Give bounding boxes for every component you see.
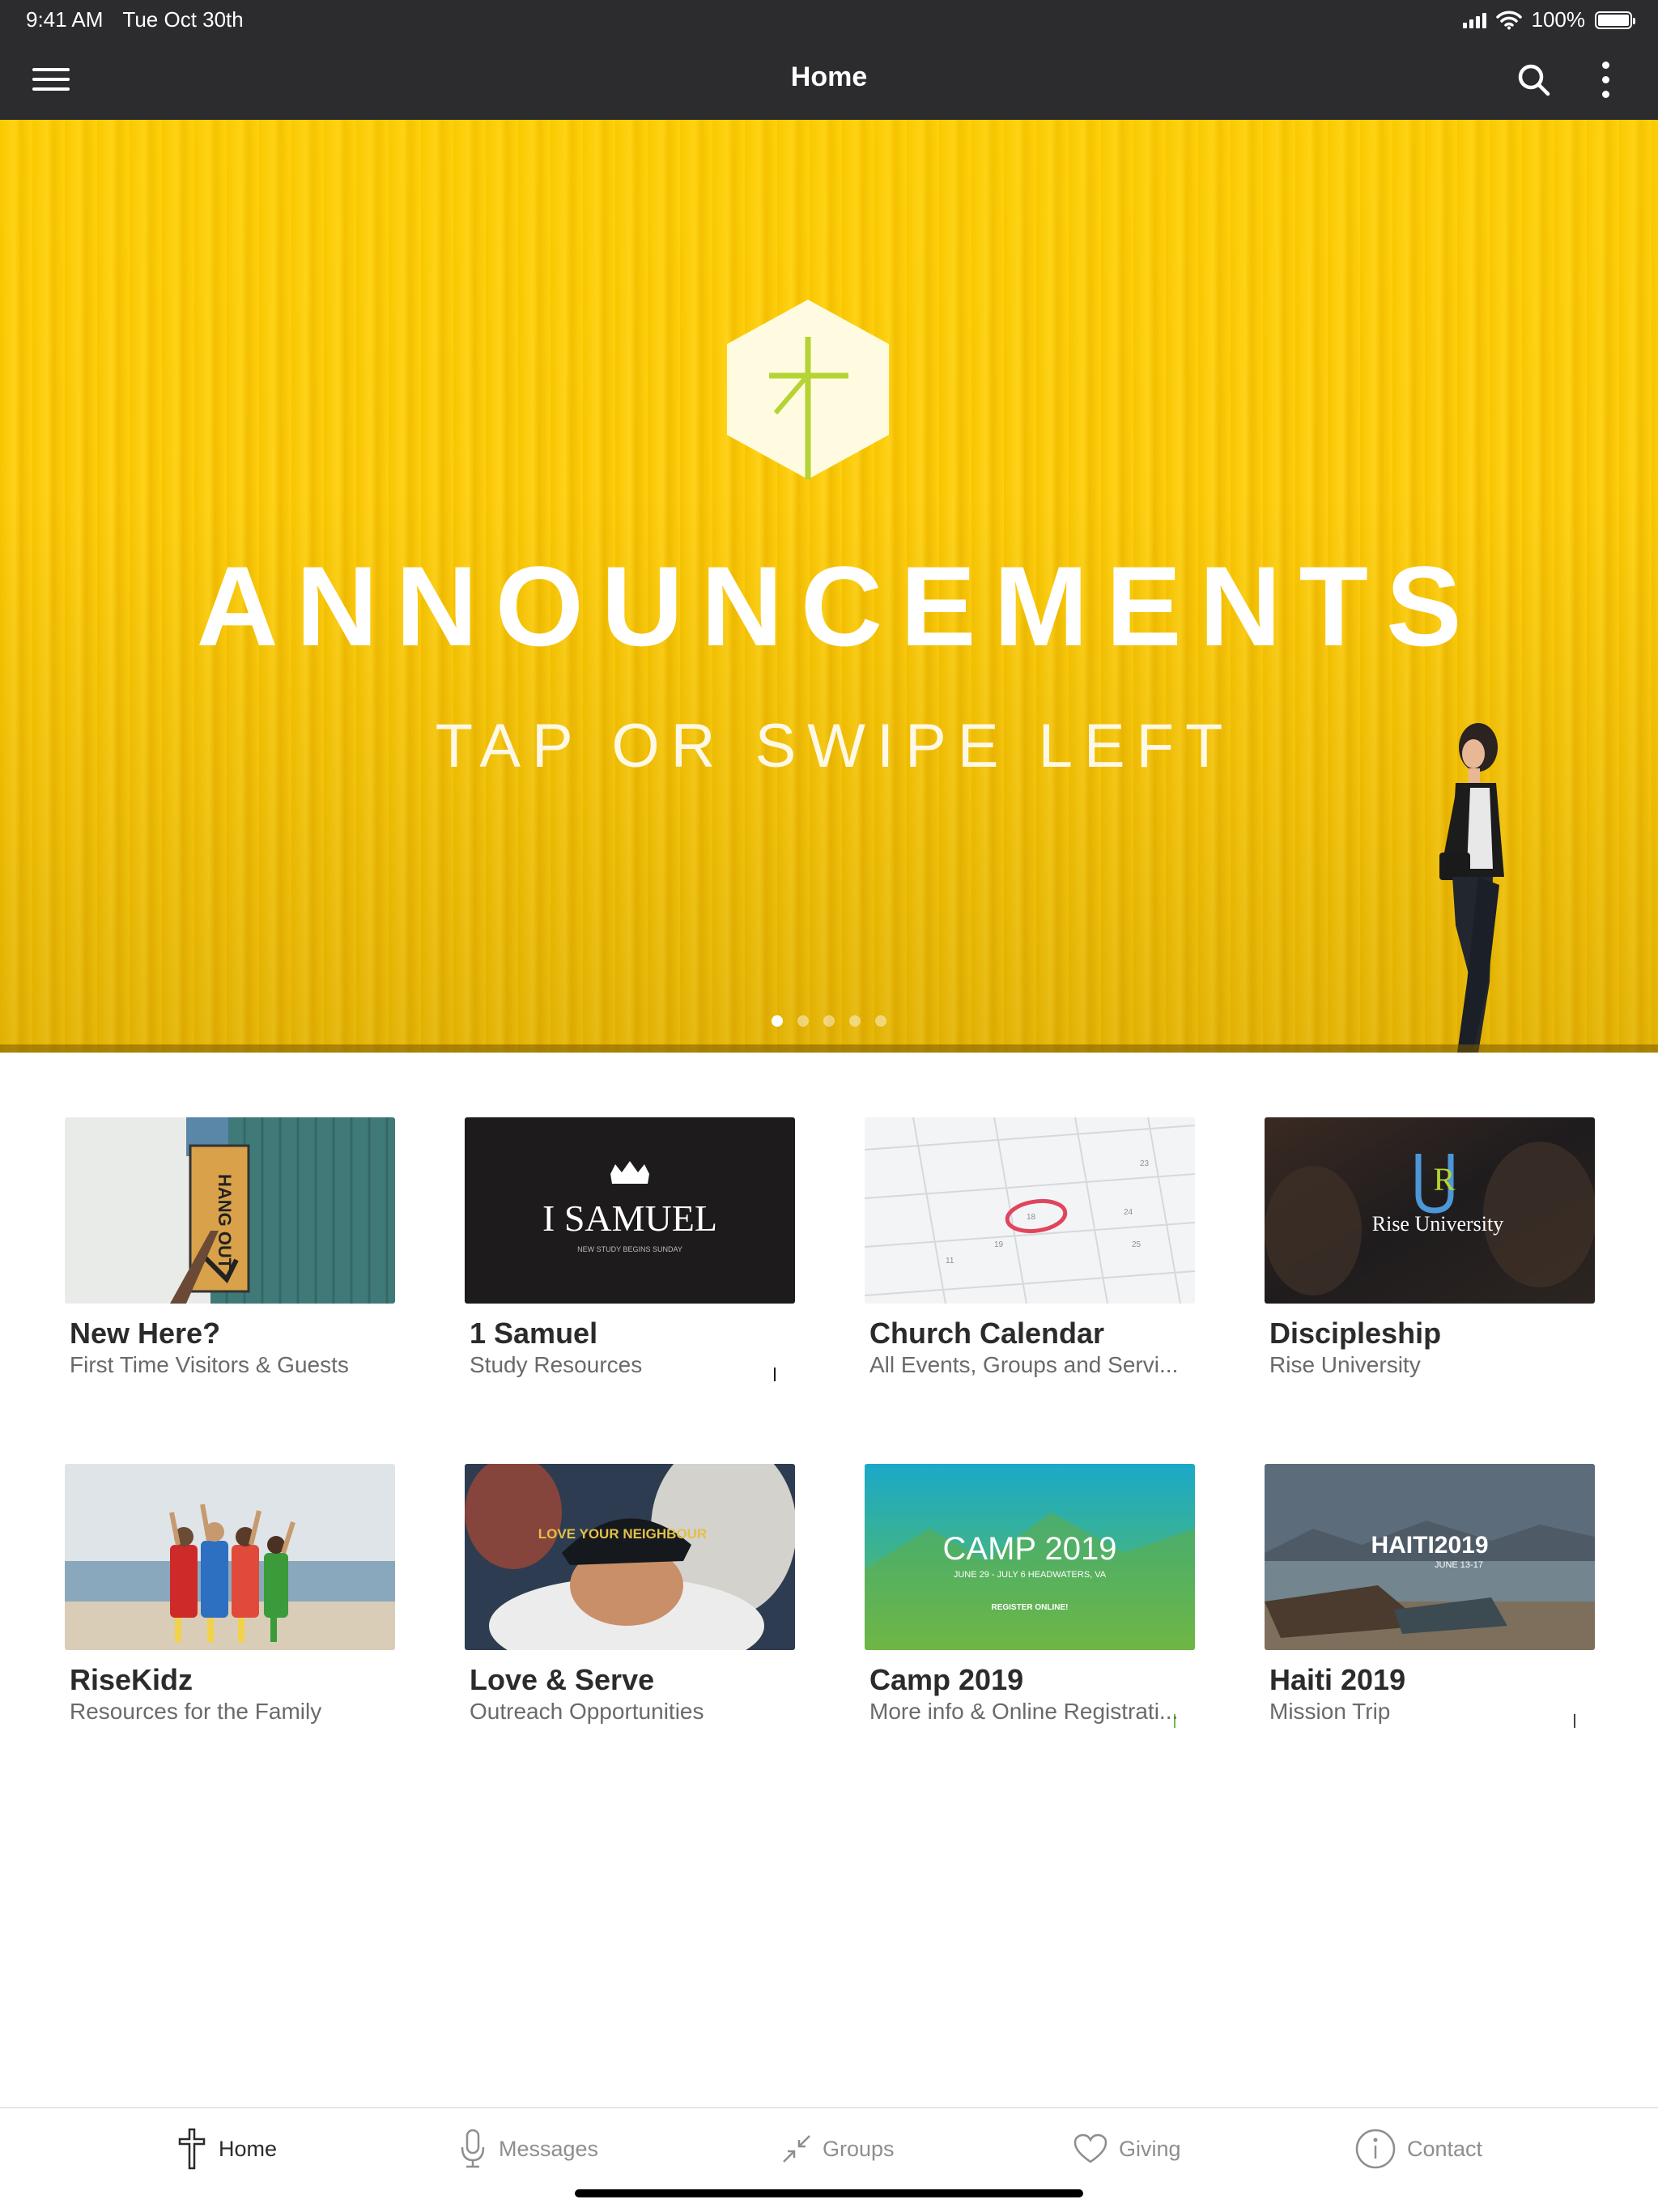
cross-hexagon-icon	[727, 300, 889, 479]
card-thumb-caption: REGISTER ONLINE!	[991, 1603, 1068, 1612]
hero-bottom-edge	[0, 1044, 1658, 1053]
arrows-inward-icon	[783, 2135, 810, 2163]
card-thumb-title: CAMP 2019	[943, 1531, 1117, 1567]
card-thumbnail: LOVE YOUR NEIGHBOUR	[465, 1464, 795, 1650]
hero-title: ANNOUNCEMENTS	[196, 542, 1480, 670]
card-title: Camp 2019	[869, 1663, 1024, 1696]
svg-text:23: 23	[1140, 1159, 1150, 1168]
card-thumbnail: I SAMUEL NEW STUDY BEGINS SUNDAY	[465, 1117, 795, 1304]
card-subtitle: First Time Visitors & Guests	[70, 1352, 349, 1377]
tab-label: Giving	[1119, 2136, 1181, 2161]
card-thumbnail: HANG OUT	[65, 1117, 395, 1304]
tab-contact[interactable]: Contact	[1355, 2126, 1482, 2172]
card-thumb-title: I SAMUEL	[542, 1197, 717, 1239]
page-dot[interactable]	[823, 1015, 835, 1027]
card-subtitle: All Events, Groups and Servi...	[869, 1352, 1179, 1377]
card-haiti-2019[interactable]: HAITI2019 JUNE 13-17 Haiti 2019 Mission …	[1265, 1464, 1595, 1739]
card-subtitle: Rise University	[1269, 1352, 1421, 1377]
card-love-serve[interactable]: LOVE YOUR NEIGHBOUR Love & Serve Outreac…	[465, 1464, 795, 1739]
page-indicator[interactable]	[0, 1015, 1658, 1027]
card-subtitle: More info & Online Registrati...	[869, 1699, 1179, 1724]
card-church-calendar[interactable]: 18 24 23 19 25 11 Church Calendar All Events,…	[865, 1117, 1195, 1393]
tab-label: Home	[219, 2136, 278, 2161]
card-subtitle: Outreach Opportunities	[470, 1699, 704, 1724]
card-thumb-title: LOVE YOUR NEIGHBOUR	[538, 1526, 707, 1542]
card-thumb-caption: JUNE 29 - JULY 6 HEADWATERS, VA	[954, 1570, 1107, 1580]
search-icon[interactable]	[1516, 62, 1553, 99]
wifi-icon	[1495, 11, 1522, 29]
page-dot[interactable]	[875, 1015, 886, 1027]
card-1-samuel[interactable]: I SAMUEL NEW STUDY BEGINS SUNDAY 1 Samue…	[465, 1117, 795, 1393]
svg-text:24: 24	[1124, 1208, 1133, 1217]
card-camp-2019[interactable]: CAMP 2019 JUNE 29 - JULY 6 HEADWATERS, V…	[865, 1464, 1195, 1739]
status-bar: 9:41 AM Tue Oct 30th 100%	[0, 0, 1658, 39]
nav-bar: Home	[0, 39, 1658, 120]
battery-icon	[1595, 11, 1635, 29]
tab-home[interactable]: Home	[176, 2126, 277, 2172]
tab-label: Messages	[499, 2136, 599, 2161]
svg-text:25: 25	[1132, 1240, 1141, 1249]
status-right: 100%	[1462, 7, 1635, 32]
card-title: RiseKidz	[70, 1663, 193, 1696]
info-icon	[1355, 2129, 1396, 2169]
svg-text:11: 11	[946, 1257, 954, 1266]
card-thumbnail	[65, 1464, 395, 1650]
card-risekidz[interactable]: RiseKidz Resources for the Family	[65, 1464, 395, 1739]
status-time: 9:41 AM	[26, 7, 104, 32]
tab-label: Contact	[1407, 2136, 1483, 2161]
svg-text:19: 19	[994, 1240, 1004, 1249]
card-thumb-title: Rise University	[1372, 1212, 1504, 1236]
card-thumb-title: HAITI2019	[1371, 1532, 1488, 1559]
card-title: Love & Serve	[470, 1663, 655, 1696]
status-date: Tue Oct 30th	[122, 7, 244, 32]
card-thumb-caption: JUNE 13-17	[1435, 1560, 1483, 1570]
svg-text:18: 18	[1027, 1213, 1036, 1222]
tab-giving[interactable]: Giving	[1073, 2126, 1181, 2172]
card-title: 1 Samuel	[470, 1317, 598, 1350]
page-dot[interactable]	[849, 1015, 861, 1027]
page-title: Home	[790, 62, 868, 92]
card-discipleship[interactable]: R Rise University Discipleship Rise Univ…	[1265, 1117, 1595, 1393]
card-title: Discipleship	[1269, 1317, 1442, 1350]
announcements-banner[interactable]: ANNOUNCEMENTS TAP OR SWIPE LEFT	[0, 120, 1658, 1053]
card-thumbnail: CAMP 2019 JUNE 29 - JULY 6 HEADWATERS, V…	[865, 1464, 1195, 1650]
tab-messages[interactable]: Messages	[458, 2126, 598, 2172]
card-title: New Here?	[70, 1317, 221, 1350]
card-title: Haiti 2019	[1269, 1663, 1406, 1696]
card-thumbnail: 18 24 23 19 25 11	[865, 1117, 1195, 1304]
cross-icon	[178, 2128, 206, 2170]
card-subtitle: Mission Trip	[1269, 1699, 1391, 1724]
battery-percent: 100%	[1531, 7, 1586, 32]
card-subtitle: Resources for the Family	[70, 1699, 322, 1724]
tab-groups[interactable]: Groups	[782, 2126, 895, 2172]
card-thumbnail: HAITI2019 JUNE 13-17	[1265, 1464, 1595, 1650]
signal-icon	[1462, 12, 1486, 28]
status-left: 9:41 AM Tue Oct 30th	[26, 7, 244, 32]
heart-icon	[1073, 2133, 1107, 2163]
page-dot[interactable]	[797, 1015, 809, 1027]
walking-woman-image	[1439, 723, 1504, 1053]
card-thumb-text: HANG OUT	[215, 1174, 235, 1270]
home-indicator[interactable]	[575, 2189, 1083, 2197]
more-options-icon[interactable]	[1593, 60, 1618, 100]
card-thumb-caption: NEW STUDY BEGINS SUNDAY	[577, 1245, 682, 1253]
card-thumbnail: R Rise University	[1265, 1117, 1595, 1304]
card-title: Church Calendar	[869, 1317, 1105, 1350]
microphone-icon	[461, 2129, 485, 2168]
page-dot[interactable]	[772, 1015, 783, 1027]
tab-label: Groups	[823, 2136, 895, 2161]
card-new-here[interactable]: HANG OUT New Here? First Time Visitors &…	[65, 1117, 395, 1393]
card-subtitle: Study Resources	[470, 1352, 643, 1377]
svg-text:R: R	[1434, 1161, 1456, 1197]
